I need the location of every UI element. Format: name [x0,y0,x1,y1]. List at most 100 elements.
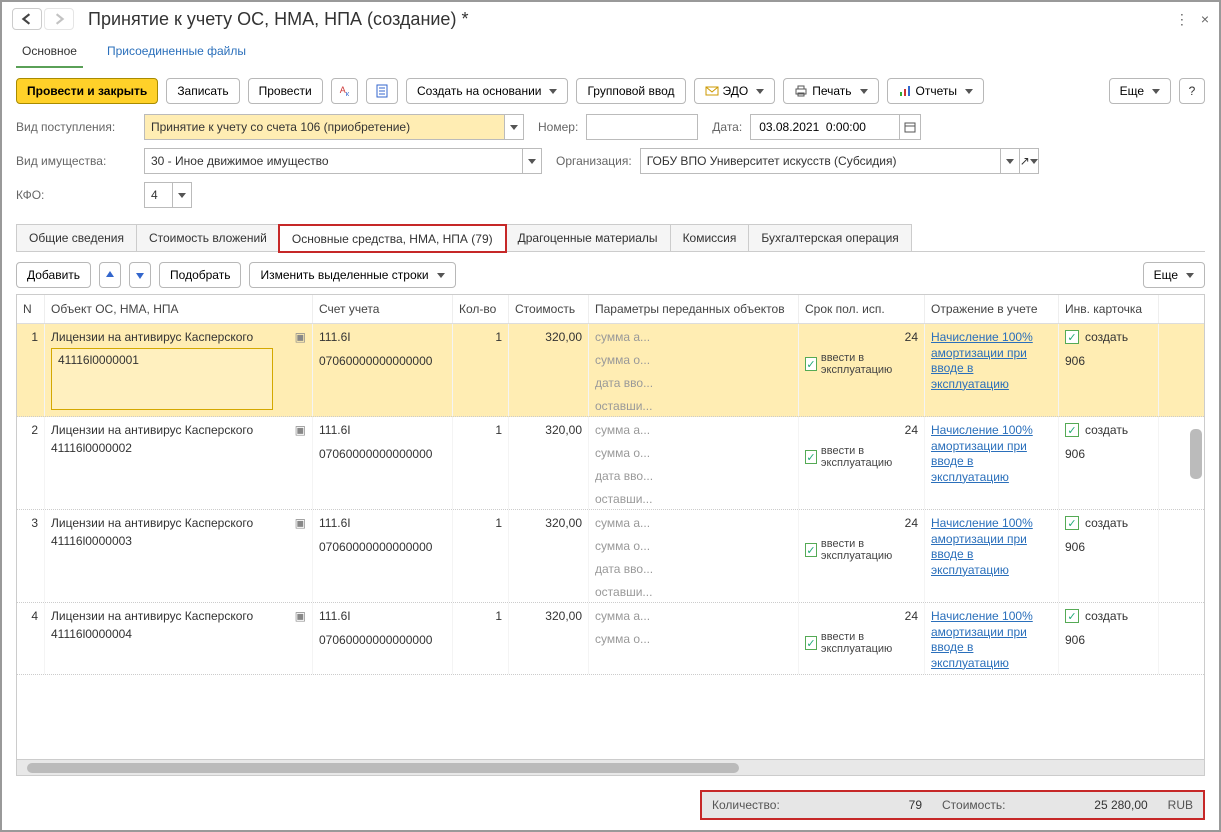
list-button[interactable] [366,78,398,104]
nav-forward-button[interactable] [44,8,74,30]
table-row[interactable]: 2Лицензии на антивирус Касперского▣41116… [17,417,1204,510]
tab-main[interactable]: Основное [16,38,83,68]
cell-qty[interactable]: 1 [453,417,509,509]
write-button[interactable]: Записать [166,78,239,104]
col-account[interactable]: Счет учета [313,295,453,323]
cell-service-life[interactable]: 24ввести в эксплуатацию [799,510,925,602]
cell-inv-card[interactable]: создать906 [1059,417,1159,509]
asset-type-field[interactable]: 30 - Иное движимое имущество [151,154,516,168]
cell-inv-card[interactable]: создать906 [1059,324,1159,416]
kfo-field[interactable]: 4 [151,188,166,202]
open-object-icon[interactable]: ▣ [295,609,306,623]
close-icon[interactable]: × [1201,11,1209,28]
receipt-type-dropdown[interactable] [504,114,524,140]
edit-rows-button[interactable]: Изменить выделенные строки [249,262,455,288]
col-service-life[interactable]: Срок пол. исп. [799,295,925,323]
accounting-link[interactable]: Начисление 100% амортизации при вводе в … [931,609,1033,670]
col-object[interactable]: Объект ОС, НМА, НПА [45,295,313,323]
vertical-scrollbar[interactable] [1188,324,1202,743]
cell-service-life[interactable]: 24ввести в эксплуатацию [799,417,925,509]
cell-params[interactable]: сумма а...сумма о...дата вво...оставши..… [589,324,799,416]
cell-qty[interactable]: 1 [453,603,509,674]
in-use-checkbox[interactable]: ввести в эксплуатацию [805,352,918,376]
accounting-link[interactable]: Начисление 100% амортизации при вводе в … [931,330,1033,391]
in-use-checkbox[interactable]: ввести в эксплуатацию [805,631,918,655]
col-reflection[interactable]: Отражение в учете [925,295,1059,323]
cell-cost[interactable]: 320,00 [509,417,589,509]
tab-precious-materials[interactable]: Драгоценные материалы [505,224,671,251]
table-more-button[interactable]: Еще [1143,262,1205,288]
inv-create-checkbox[interactable]: создать [1065,609,1152,623]
inv-create-checkbox[interactable]: создать [1065,330,1152,344]
cell-qty[interactable]: 1 [453,510,509,602]
accounting-link[interactable]: Начисление 100% амортизации при вводе в … [931,423,1033,484]
add-row-button[interactable]: Добавить [16,262,91,288]
inv-create-checkbox[interactable]: создать [1065,423,1152,437]
cell-service-life[interactable]: 24ввести в эксплуатацию [799,603,925,674]
open-object-icon[interactable]: ▣ [295,330,306,344]
print-button[interactable]: Печать [783,78,878,104]
edo-button[interactable]: ЭДО [694,78,776,104]
tab-commission[interactable]: Комиссия [670,224,750,251]
table-row[interactable]: 4Лицензии на антивирус Касперского▣41116… [17,603,1204,675]
help-button[interactable]: ? [1179,78,1205,104]
receipt-type-field[interactable]: Принятие к учету со счета 106 (приобрете… [151,120,498,134]
number-field[interactable] [593,119,691,135]
cell-qty[interactable]: 1 [453,324,509,416]
cell-service-life[interactable]: 24ввести в эксплуатацию [799,324,925,416]
inv-create-checkbox[interactable]: создать [1065,516,1152,530]
cell-object[interactable]: Лицензии на антивирус Касперского▣41116l… [45,417,313,509]
cell-reflection[interactable]: Начисление 100% амортизации при вводе в … [925,324,1059,416]
in-use-checkbox[interactable]: ввести в эксплуатацию [805,445,918,469]
table-body[interactable]: 1 Лицензии на антивирус Касперского▣41116… [17,324,1204,759]
tab-attachments[interactable]: Присоединенные файлы [101,38,252,68]
create-based-on-button[interactable]: Создать на основании [406,78,569,104]
tab-fixed-assets[interactable]: Основные средства, НМА, НПА (79) [279,225,506,252]
more-button[interactable]: Еще [1109,78,1171,104]
cell-object[interactable]: Лицензии на антивирус Касперского▣41116l… [45,510,313,602]
col-cost[interactable]: Стоимость [509,295,589,323]
debit-credit-button[interactable]: Ак [331,78,358,104]
nav-back-button[interactable] [12,8,42,30]
window-menu-icon[interactable]: ⋮ [1175,11,1189,28]
cell-reflection[interactable]: Начисление 100% амортизации при вводе в … [925,510,1059,602]
cell-object[interactable]: Лицензии на антивирус Касперского▣41116l… [45,324,313,416]
cell-cost[interactable]: 320,00 [509,324,589,416]
col-params[interactable]: Параметры переданных объектов [589,295,799,323]
cell-cost[interactable]: 320,00 [509,603,589,674]
cell-account[interactable]: 111.6I07060000000000000 [313,324,453,416]
cell-object[interactable]: Лицензии на антивирус Касперского▣41116l… [45,603,313,674]
org-field[interactable]: ГОБУ ВПО Университет искусств (Субсидия) [647,154,994,168]
accounting-link[interactable]: Начисление 100% амортизации при вводе в … [931,516,1033,577]
table-row[interactable]: 1 Лицензии на антивирус Касперского▣41116… [17,324,1204,417]
org-open-button[interactable]: ↗ [1019,148,1039,174]
cell-reflection[interactable]: Начисление 100% амортизации при вводе в … [925,417,1059,509]
tab-accounting-op[interactable]: Бухгалтерская операция [748,224,911,251]
calendar-button[interactable] [899,114,921,140]
cell-inv-card[interactable]: создать906 [1059,510,1159,602]
tab-general[interactable]: Общие сведения [16,224,137,251]
cell-params[interactable]: сумма а...сумма о...дата вво...оставши..… [589,510,799,602]
reports-button[interactable]: Отчеты [887,78,984,104]
date-field[interactable] [757,119,893,135]
cell-params[interactable]: сумма а...сумма о...дата вво...оставши..… [589,417,799,509]
object-code-field[interactable]: 41116l0000001 [51,348,273,410]
open-object-icon[interactable]: ▣ [295,516,306,530]
cell-reflection[interactable]: Начисление 100% амортизации при вводе в … [925,603,1059,674]
cell-account[interactable]: 111.6I07060000000000000 [313,417,453,509]
table-row[interactable]: 3Лицензии на антивирус Касперского▣41116… [17,510,1204,603]
tab-investment-cost[interactable]: Стоимость вложений [136,224,280,251]
cell-account[interactable]: 111.6I07060000000000000 [313,510,453,602]
col-n[interactable]: N [17,295,45,323]
cell-params[interactable]: сумма а...сумма о... [589,603,799,674]
org-dropdown[interactable] [1000,148,1020,174]
horizontal-scrollbar[interactable] [17,759,1204,775]
select-button[interactable]: Подобрать [159,262,241,288]
cell-cost[interactable]: 320,00 [509,510,589,602]
cell-account[interactable]: 111.6I07060000000000000 [313,603,453,674]
kfo-dropdown[interactable] [172,182,192,208]
move-down-button[interactable] [129,262,151,288]
open-object-icon[interactable]: ▣ [295,423,306,437]
post-button[interactable]: Провести [248,78,323,104]
in-use-checkbox[interactable]: ввести в эксплуатацию [805,538,918,562]
